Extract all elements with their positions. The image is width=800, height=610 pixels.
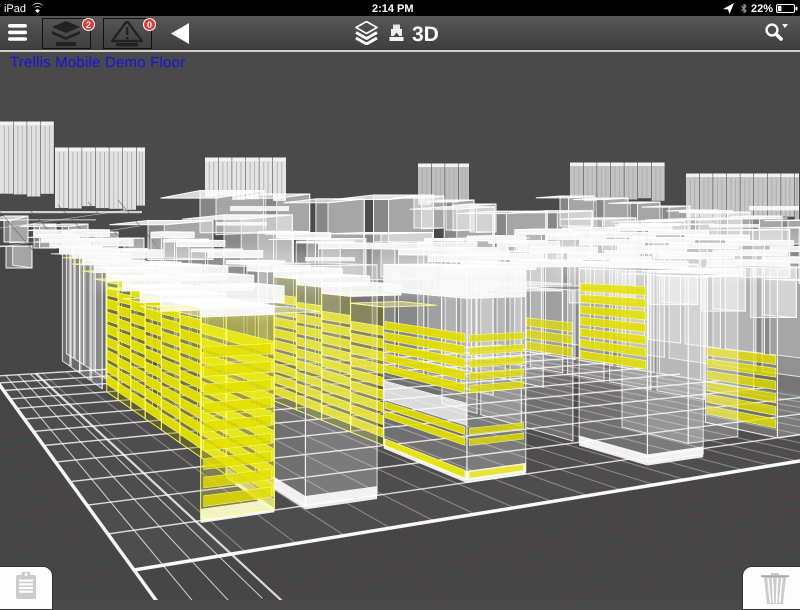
svg-text:3D: 3D — [412, 23, 439, 46]
svg-text:iPad: iPad — [4, 3, 26, 15]
svg-text:Trellis Mobile Demo Floor: Trellis Mobile Demo Floor — [10, 54, 185, 71]
svg-text:2:14 PM: 2:14 PM — [372, 3, 414, 15]
svg-text:22%: 22% — [751, 3, 773, 15]
